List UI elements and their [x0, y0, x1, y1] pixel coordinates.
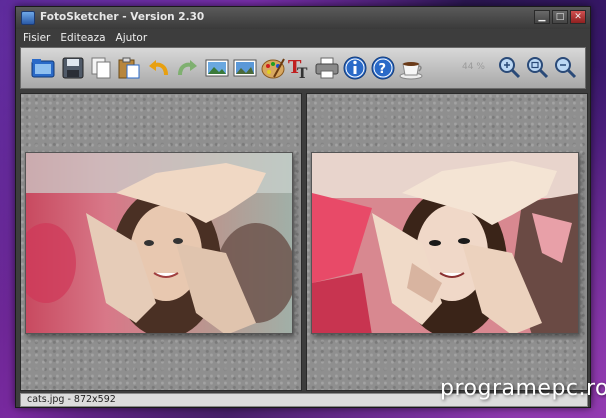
zoom-fit-icon[interactable]: [523, 54, 551, 82]
save-icon[interactable]: [59, 54, 87, 82]
paste-icon[interactable]: [115, 54, 143, 82]
coffee-icon[interactable]: [397, 54, 425, 82]
maximize-button[interactable]: □: [552, 10, 568, 24]
svg-text:?: ?: [379, 62, 387, 77]
menu-help[interactable]: Ajutor: [116, 32, 148, 44]
close-button[interactable]: ✕: [570, 10, 586, 24]
sketched-photo: [311, 152, 579, 334]
window-title: FotoSketcher - Version 2.30: [40, 11, 205, 23]
open-image-icon[interactable]: [29, 54, 57, 82]
toolbar: TT ? 44 %: [20, 47, 586, 89]
zoom-in-icon[interactable]: [495, 54, 523, 82]
svg-text:T: T: [297, 66, 308, 81]
minimize-button[interactable]: ▁: [534, 10, 550, 24]
original-picture-icon[interactable]: [203, 54, 231, 82]
print-icon[interactable]: [313, 54, 341, 82]
info-icon[interactable]: [341, 54, 369, 82]
copy-icon[interactable]: [87, 54, 115, 82]
zoom-out-icon[interactable]: [551, 54, 579, 82]
watermark-text: programepc.ro: [440, 376, 606, 401]
text-icon[interactable]: TT: [285, 54, 313, 82]
menu-bar: Fisier Editeaza Ajutor: [16, 29, 590, 47]
menu-edit[interactable]: Editeaza: [60, 32, 105, 44]
sketched-image-panel[interactable]: [306, 93, 588, 391]
original-photo: [25, 152, 293, 334]
result-picture-icon[interactable]: [231, 54, 259, 82]
menu-file[interactable]: Fisier: [23, 32, 50, 44]
original-image-panel[interactable]: [20, 93, 302, 391]
redo-icon[interactable]: [173, 54, 201, 82]
undo-icon[interactable]: [145, 54, 173, 82]
app-window: FotoSketcher - Version 2.30 ▁ □ ✕ Fisier…: [15, 6, 591, 408]
app-icon[interactable]: [21, 11, 35, 25]
title-bar[interactable]: FotoSketcher - Version 2.30 ▁ □ ✕: [16, 7, 590, 29]
zoom-value: 44 %: [462, 62, 485, 72]
help-icon[interactable]: ?: [369, 54, 397, 82]
palette-icon[interactable]: [259, 54, 287, 82]
